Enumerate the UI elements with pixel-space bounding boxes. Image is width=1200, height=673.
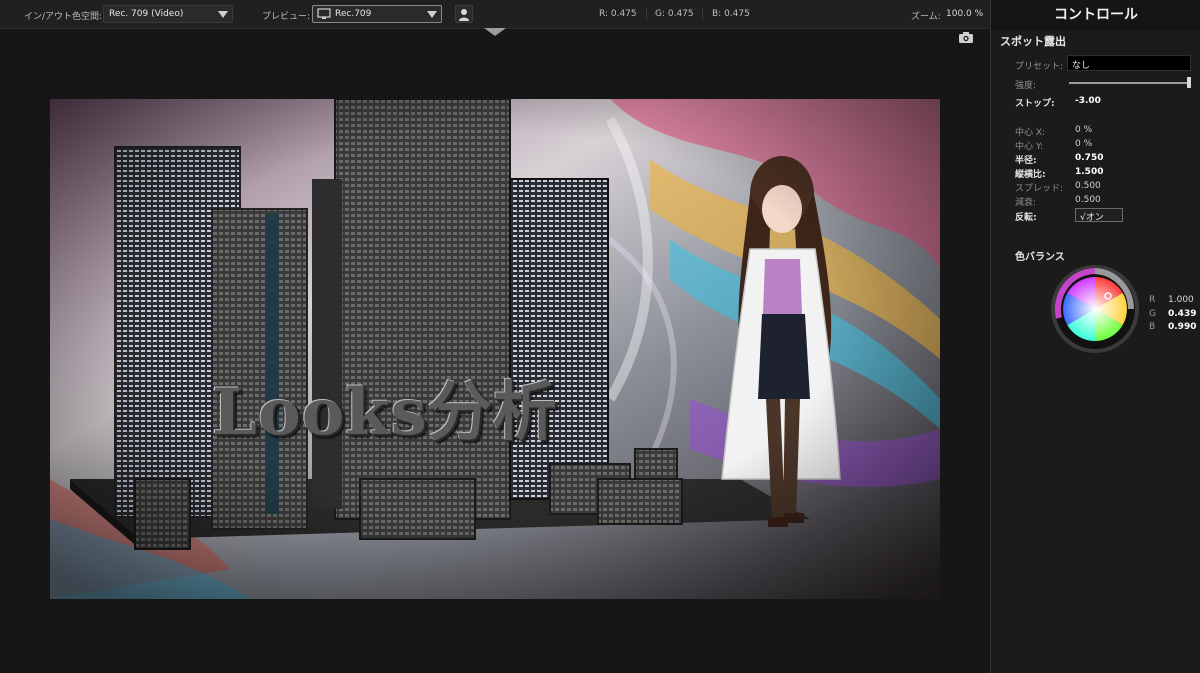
- strength-slider-thumb[interactable]: [1187, 77, 1191, 88]
- readout-b: B: 0.475: [712, 9, 750, 19]
- monitor-icon: [317, 8, 331, 19]
- scene-artwork: [50, 99, 940, 599]
- center-y-label: 中心 Y:: [1015, 142, 1044, 152]
- aspect-label: 縦横比:: [1015, 170, 1046, 180]
- top-toolbar: イン/アウト色空間: Rec. 709 (Video) プレビュー: Rec.7…: [0, 0, 990, 29]
- preset-value: なし: [1072, 61, 1091, 71]
- person-button[interactable]: [455, 5, 473, 23]
- colorspace-label: イン/アウト色空間:: [24, 12, 103, 22]
- overlay-title: Looks分析: [212, 375, 558, 450]
- center-x-value[interactable]: 0 %: [1075, 125, 1092, 135]
- panel-title: コントロール: [991, 0, 1200, 30]
- colorspace-value: Rec. 709 (Video): [109, 9, 184, 19]
- chevron-down-icon: [427, 11, 437, 18]
- cb-r-label: R: [1149, 295, 1156, 305]
- aspect-value[interactable]: 1.500: [1075, 167, 1103, 177]
- person-icon: [459, 9, 469, 21]
- zoom-label: ズーム:: [911, 12, 941, 22]
- image-viewer[interactable]: Looks分析: [0, 29, 990, 673]
- invert-toggle[interactable]: √オン: [1075, 208, 1123, 223]
- preview-image: Looks分析: [50, 99, 940, 599]
- zoom-value[interactable]: 100.0 %: [946, 9, 983, 19]
- color-balance-title: 色バランス: [1015, 252, 1065, 263]
- colorspace-dropdown[interactable]: Rec. 709 (Video): [103, 5, 233, 23]
- radius-value[interactable]: 0.750: [1075, 153, 1103, 163]
- invert-value: √オン: [1080, 213, 1104, 223]
- cb-b-label: B: [1149, 322, 1156, 332]
- preview-label: プレビュー:: [262, 12, 311, 22]
- falloff-value[interactable]: 0.500: [1075, 195, 1101, 205]
- chevron-down-icon: [218, 11, 228, 18]
- spread-label: スプレッド:: [1015, 184, 1064, 194]
- triangle-down-icon[interactable]: [484, 28, 506, 36]
- section-title: スポット露出: [1000, 35, 1066, 48]
- divider: [702, 8, 703, 20]
- falloff-label: 減衰:: [1015, 198, 1037, 208]
- center-x-label: 中心 X:: [1015, 128, 1046, 138]
- strength-slider[interactable]: [1069, 82, 1187, 84]
- cb-r-value[interactable]: 1.000: [1168, 295, 1194, 305]
- cb-g-label: G: [1149, 309, 1156, 319]
- preview-dropdown[interactable]: Rec.709: [312, 5, 442, 23]
- readout-g: G: 0.475: [655, 9, 694, 19]
- divider: [646, 8, 647, 20]
- preset-select[interactable]: なし: [1067, 55, 1191, 71]
- color-balance-wheel[interactable]: [1049, 263, 1141, 355]
- stop-value[interactable]: -3.00: [1075, 96, 1101, 106]
- cb-g-value[interactable]: 0.439: [1168, 309, 1196, 319]
- spread-value[interactable]: 0.500: [1075, 181, 1101, 191]
- preset-label: プリセット:: [1015, 62, 1064, 72]
- camera-icon[interactable]: [958, 31, 974, 44]
- strength-label: 強度:: [1015, 81, 1037, 91]
- cb-b-value[interactable]: 0.990: [1168, 322, 1196, 332]
- invert-label: 反転:: [1015, 213, 1037, 223]
- readout-r: R: 0.475: [599, 9, 637, 19]
- center-y-value[interactable]: 0 %: [1075, 139, 1092, 149]
- preview-value: Rec.709: [335, 9, 372, 19]
- stop-label: ストップ:: [1015, 99, 1055, 109]
- radius-label: 半径:: [1015, 156, 1037, 166]
